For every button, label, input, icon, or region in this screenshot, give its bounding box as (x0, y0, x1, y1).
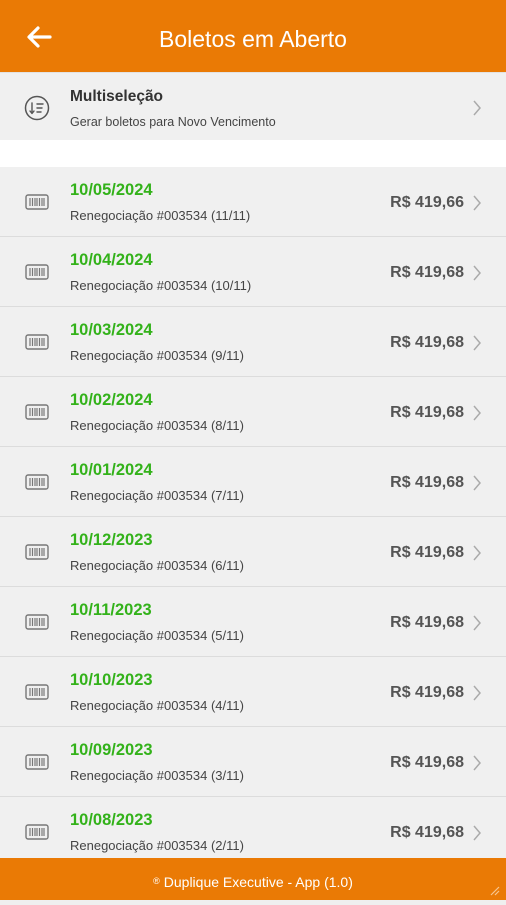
boleto-amount: R$ 419,68 (390, 824, 464, 841)
boleto-amount: R$ 419,68 (390, 404, 464, 421)
boleto-amount: R$ 419,68 (390, 754, 464, 771)
boleto-date: 10/03/2024 (70, 321, 153, 339)
boleto-row[interactable]: 10/04/2024 Renegociação #003534 (10/11) R$… (0, 237, 506, 307)
boleto-amount: R$ 419,68 (390, 684, 464, 701)
boleto-list: 10/05/2024 Renegociação #003534 (11/11) R$… (0, 167, 506, 867)
boleto-date: 10/09/2023 (70, 741, 153, 759)
barcode-icon (25, 264, 49, 280)
app-header: Boletos em Aberto (0, 0, 506, 72)
barcode-icon (25, 754, 49, 770)
sort-list-icon (24, 95, 50, 121)
boleto-row[interactable]: 10/05/2024 Renegociação #003534 (11/11) R$… (0, 167, 506, 237)
barcode-icon (25, 824, 49, 840)
boleto-description: Renegociação #003534 (8/11) (70, 418, 244, 433)
chevron-right-icon (473, 545, 481, 561)
boleto-description: Renegociação #003534 (6/11) (70, 558, 244, 573)
chevron-right-icon (473, 825, 481, 841)
multiselect-subtitle: Gerar boletos para Novo Vencimento (70, 115, 276, 129)
page-title: Boletos em Aberto (159, 26, 347, 52)
section-divider (0, 140, 506, 167)
barcode-icon (25, 404, 49, 420)
boleto-row[interactable]: 10/02/2024 Renegociação #003534 (8/11) R$ … (0, 377, 506, 447)
footer-text: Duplique Executive - App (1.0) (163, 874, 353, 890)
boleto-description: Renegociação #003534 (4/11) (70, 698, 244, 713)
barcode-icon (25, 194, 49, 210)
boleto-description: Renegociação #003534 (7/11) (70, 488, 244, 503)
chevron-right-icon (473, 100, 481, 116)
chevron-right-icon (473, 405, 481, 421)
app-footer: ® Duplique Executive - App (1.0) (0, 858, 506, 900)
boleto-description: Renegociação #003534 (11/11) (70, 208, 251, 223)
boleto-date: 10/08/2023 (70, 811, 153, 829)
boleto-row[interactable]: 10/01/2024 Renegociação #003534 (7/11) R$ … (0, 447, 506, 517)
boleto-date: 10/10/2023 (70, 671, 153, 689)
boleto-date: 10/01/2024 (70, 461, 153, 479)
chevron-right-icon (473, 685, 481, 701)
boleto-row[interactable]: 10/08/2023 Renegociação #003534 (2/11) R$ … (0, 797, 506, 867)
boleto-date: 10/04/2024 (70, 251, 153, 269)
boleto-amount: R$ 419,68 (390, 474, 464, 491)
boleto-date: 10/12/2023 (70, 531, 153, 549)
barcode-icon (25, 474, 49, 490)
barcode-icon (25, 614, 49, 630)
boleto-description: Renegociação #003534 (2/11) (70, 838, 244, 853)
chevron-right-icon (473, 755, 481, 771)
chevron-right-icon (473, 265, 481, 281)
boleto-amount: R$ 419,68 (390, 334, 464, 351)
boleto-amount: R$ 419,68 (390, 614, 464, 631)
boleto-description: Renegociação #003534 (9/11) (70, 348, 244, 363)
boleto-amount: R$ 419,66 (390, 194, 464, 211)
boleto-date: 10/11/2023 (70, 601, 152, 619)
boleto-amount: R$ 419,68 (390, 264, 464, 281)
boleto-description: Renegociação #003534 (3/11) (70, 768, 244, 783)
boleto-row[interactable]: 10/11/2023 Renegociação #003534 (5/11) R$ … (0, 587, 506, 657)
multiselect-row[interactable]: Multiseleção Gerar boletos para Novo Ven… (0, 72, 506, 141)
multiselect-title: Multiseleção (70, 88, 164, 105)
chevron-right-icon (473, 195, 481, 211)
boleto-row[interactable]: 10/03/2024 Renegociação #003534 (9/11) R$ … (0, 307, 506, 377)
boleto-amount: R$ 419,68 (390, 544, 464, 561)
boleto-row[interactable]: 10/12/2023 Renegociação #003534 (6/11) R$ … (0, 517, 506, 587)
barcode-icon (25, 544, 49, 560)
chevron-right-icon (473, 475, 481, 491)
boleto-row[interactable]: 10/09/2023 Renegociação #003534 (3/11) R$ … (0, 727, 506, 797)
resize-grip-icon (490, 886, 500, 896)
barcode-icon (25, 334, 49, 350)
copyright-icon: ® (153, 876, 160, 886)
boleto-date: 10/02/2024 (70, 391, 153, 409)
boleto-date: 10/05/2024 (70, 181, 153, 199)
barcode-icon (25, 684, 49, 700)
boleto-description: Renegociação #003534 (10/11) (70, 278, 252, 293)
boleto-row[interactable]: 10/10/2023 Renegociação #003534 (4/11) R$ … (0, 657, 506, 727)
chevron-right-icon (473, 335, 481, 351)
chevron-right-icon (473, 615, 481, 631)
boleto-description: Renegociação #003534 (5/11) (70, 628, 244, 643)
